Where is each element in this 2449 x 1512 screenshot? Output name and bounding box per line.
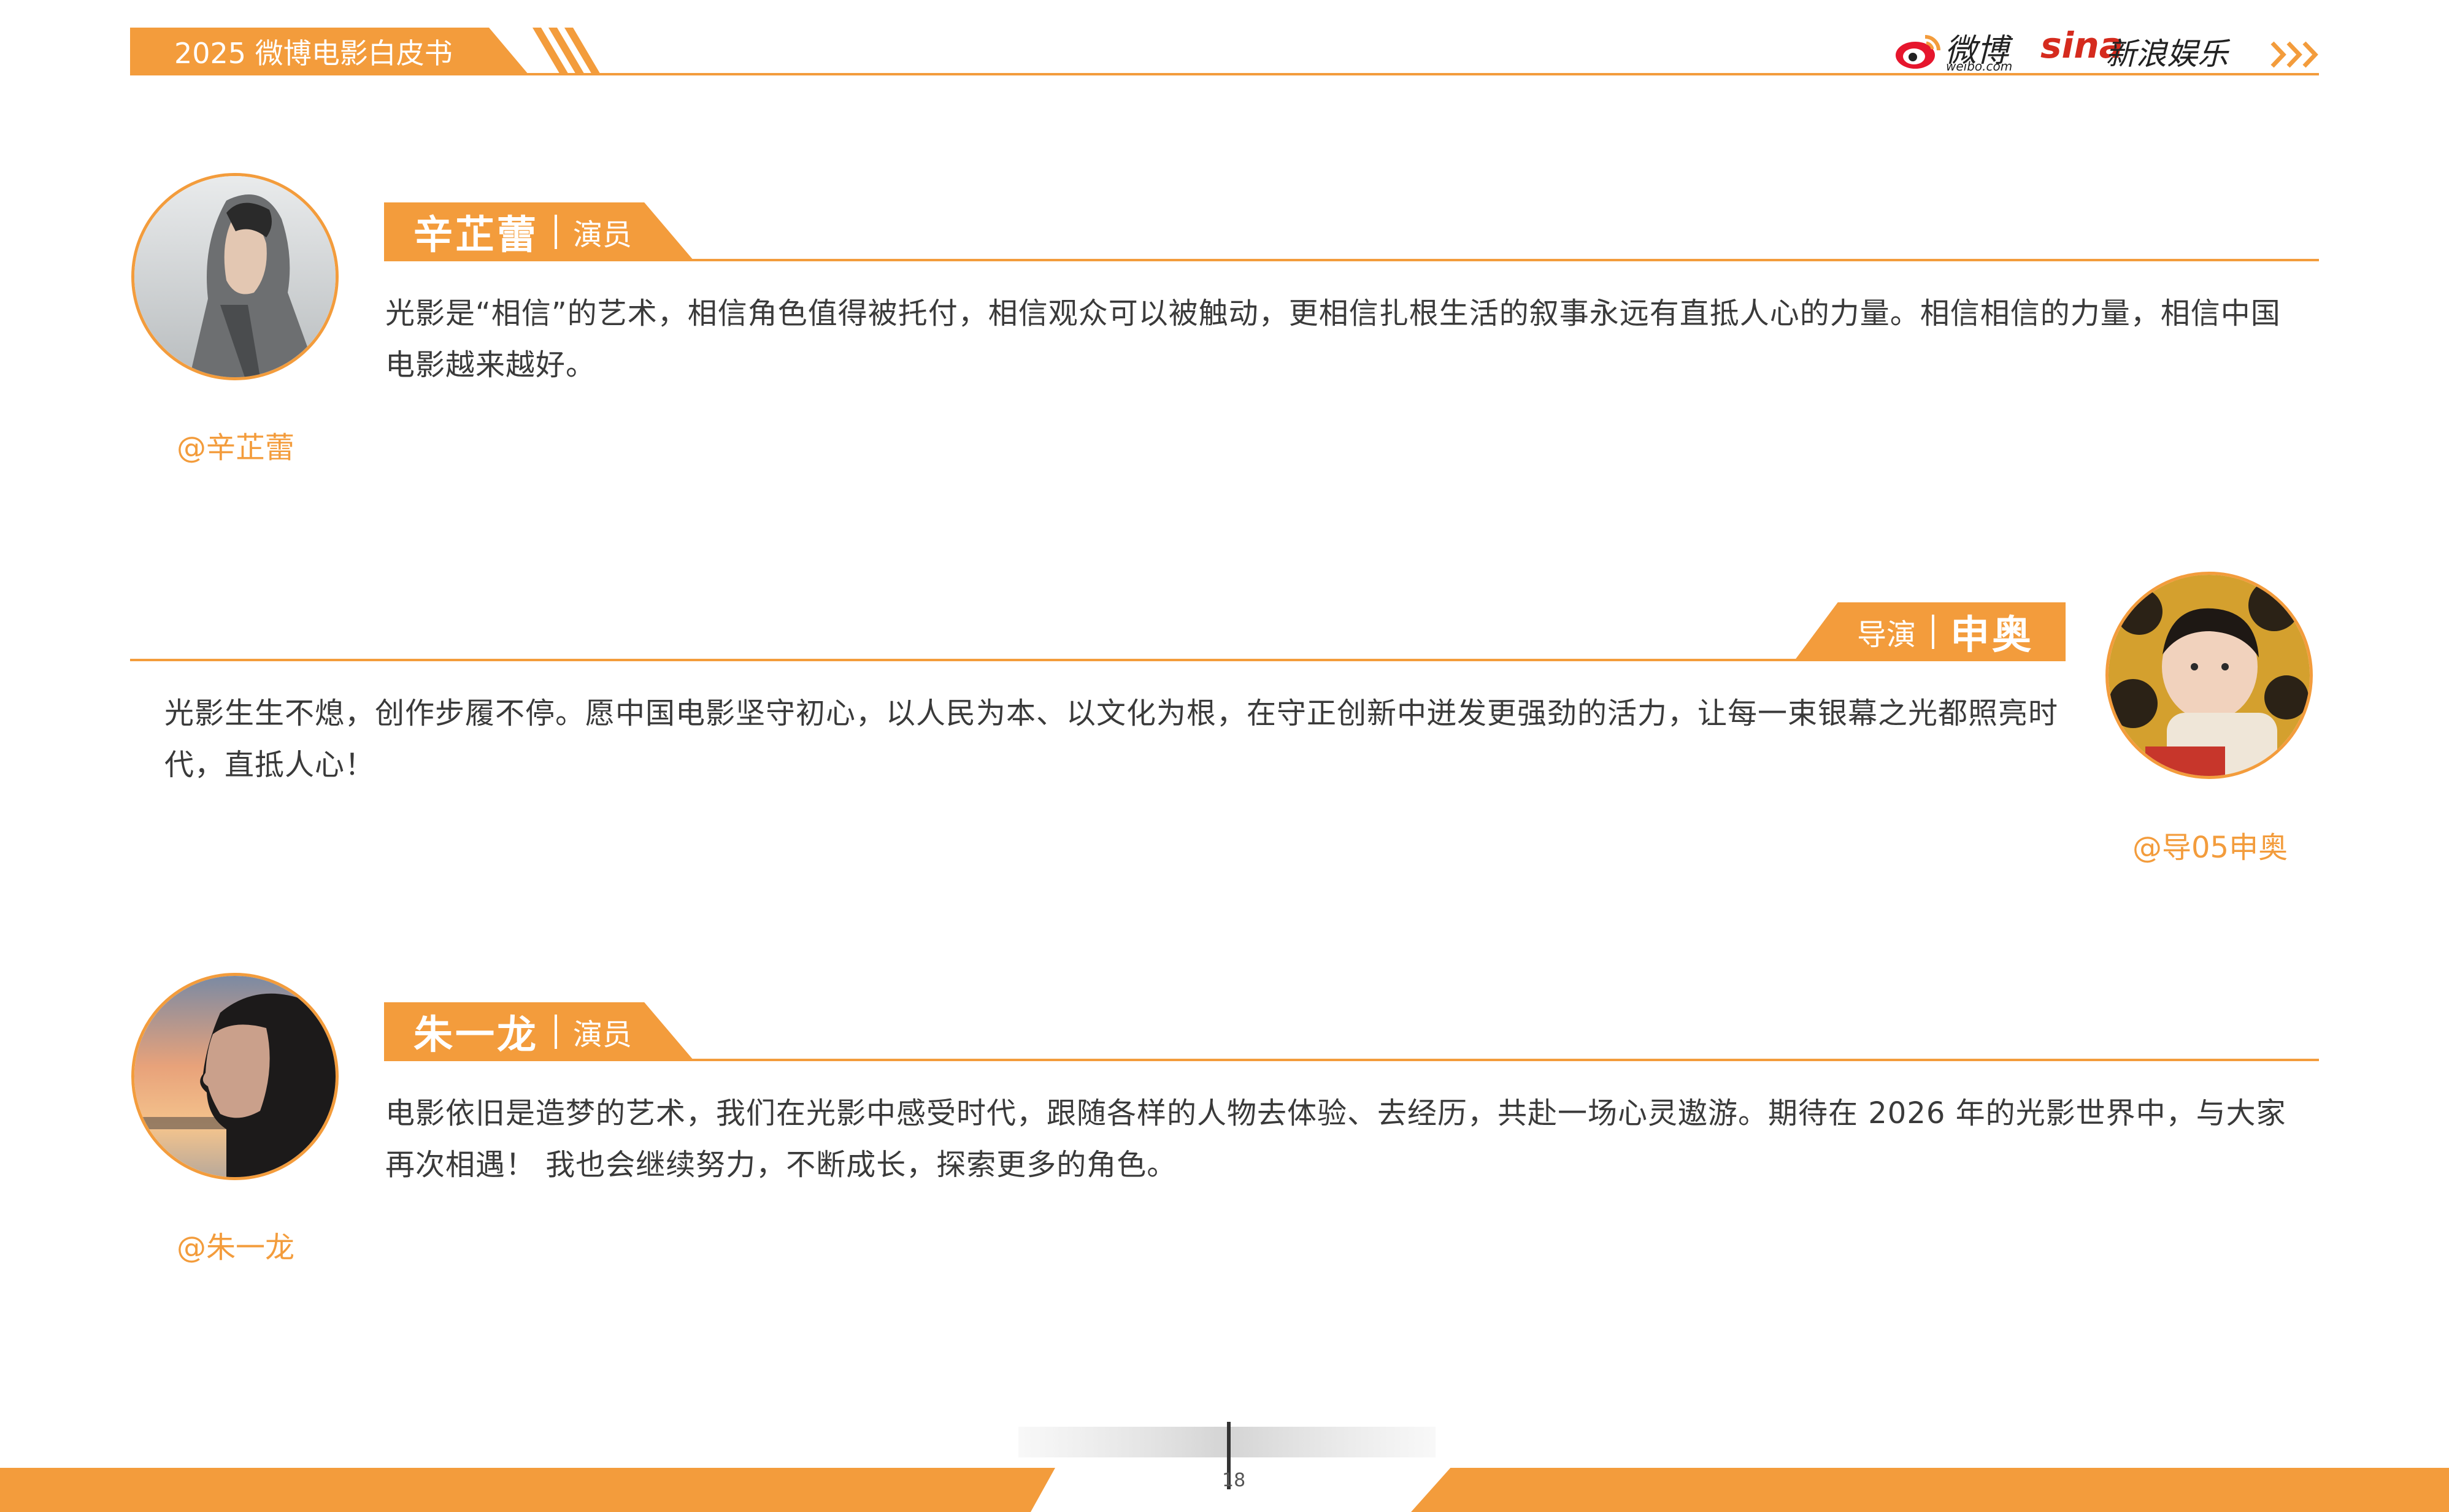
handle-shen-ao[interactable]: @导05申奥: [2132, 823, 2288, 866]
header-stripes-decoration: [532, 28, 601, 75]
report-title: 2025 微博电影白皮书: [174, 37, 453, 70]
section-rule: [130, 659, 2066, 661]
weibo-logo-icon: [1896, 35, 1940, 69]
person-name: 辛芷蕾: [413, 212, 539, 258]
sina-entertainment-logo-text: 新浪娱乐: [2105, 36, 2228, 72]
avatar-shen-ao[interactable]: [2105, 572, 2313, 779]
quote-zhu-yilong: 电影依旧是造梦的艺术，我们在光影中感受时代，跟随各样的人物去体验、去经历，共赴一…: [385, 1096, 2286, 1182]
person-name: 朱一龙: [413, 1012, 539, 1058]
person-role: 演员: [573, 217, 632, 252]
quote-xin-zhilei: 光影是“相信”的艺术，相信角色值得被托付，相信观众可以被触动，更相信扎根生活的叙…: [385, 296, 2281, 382]
avatar-zhu-yilong[interactable]: [131, 973, 339, 1180]
person-role: 演员: [573, 1017, 632, 1052]
person-role: 导演: [1856, 617, 1916, 652]
footer-band-right: [1411, 1468, 2449, 1512]
footer-film-strip-decoration: [1018, 1422, 1436, 1512]
portrait-hooded-woman-icon: [134, 176, 336, 377]
page-number: 18: [1222, 1470, 1246, 1491]
weibo-logo-domain: weibo.com: [1946, 59, 2013, 74]
name-tag-xin-zhilei: 辛芷蕾 演员: [384, 202, 694, 261]
handle-xin-zhilei[interactable]: @辛芷蕾: [177, 423, 294, 466]
portrait-child-icon: [2109, 575, 2310, 776]
tag-separator: [555, 1014, 557, 1049]
double-chevron-right-icon: [2270, 41, 2318, 68]
handle-zhu-yilong[interactable]: @朱一龙: [177, 1223, 294, 1266]
footer-band-left: [0, 1468, 1071, 1512]
name-tag-shen-ao: 导演 申奥: [1794, 602, 2066, 661]
name-tag-zhu-yilong: 朱一龙 演员: [384, 1002, 694, 1061]
tag-separator: [555, 214, 557, 249]
tag-separator: [1932, 614, 1934, 649]
quote-shen-ao: 光影生生不熄，创作步履不停。愿中国电影坚守初心，以人民为本、以文化为根，在守正创…: [164, 696, 2059, 782]
section-rule: [384, 259, 2319, 261]
person-name: 申奥: [1950, 612, 2034, 658]
portrait-man-sunset-icon: [134, 976, 336, 1177]
section-rule: [384, 1059, 2319, 1061]
avatar-xin-zhilei[interactable]: [131, 173, 339, 380]
